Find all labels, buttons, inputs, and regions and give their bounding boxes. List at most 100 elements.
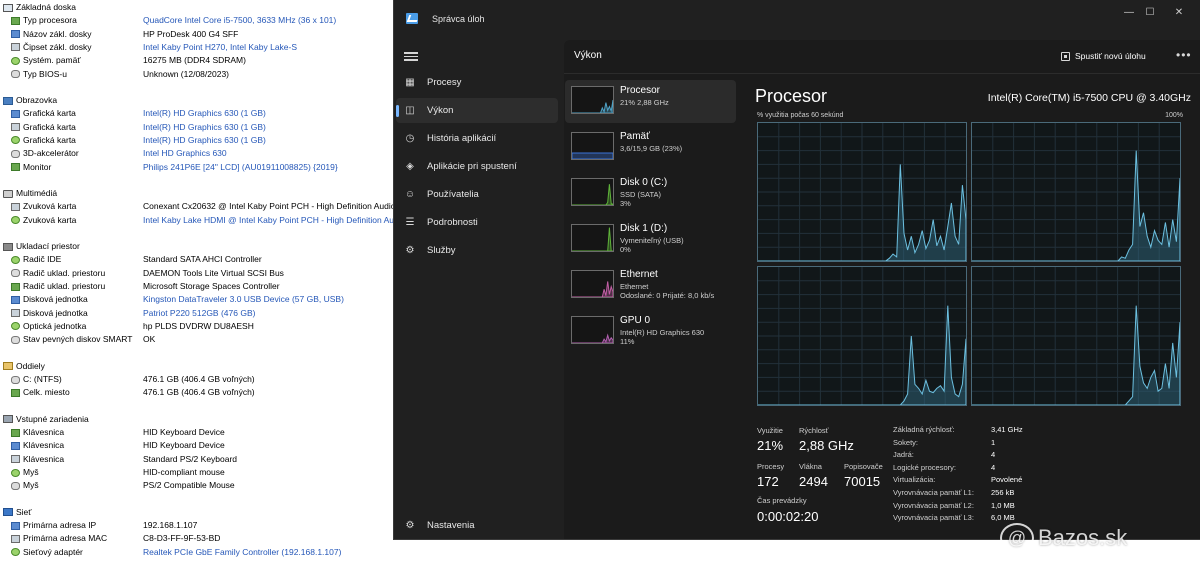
property-row[interactable]: Disková jednotka [11,307,88,320]
section-title[interactable]: Multimédiá [3,187,57,200]
device-thumbnail-graph [571,178,614,206]
property-row[interactable]: Čipset zákl. dosky [11,41,92,54]
more-options-button[interactable]: ••• [1176,48,1192,62]
property-label: Typ procesora [23,15,77,26]
property-value: hp PLDS DVDRW DU8AESH [143,320,254,331]
property-row[interactable]: Radič uklad. priestoru [11,267,105,280]
nav-item-label: Používatelia [427,189,479,200]
property-row[interactable]: Typ procesora [11,14,77,27]
property-label: Grafická karta [23,134,76,145]
property-label: Celk. miesto [23,387,70,398]
section-title[interactable]: Vstupné zariadenia [3,413,89,426]
property-row[interactable]: 3D-akcelerátor [11,147,79,160]
device-detail: Intel(R) HD Graphics 630 [620,328,705,337]
property-row[interactable]: Stav pevných diskov SMART [11,333,132,346]
property-row[interactable]: Klávesnica [11,439,64,452]
property-label: 3D-akcelerátor [23,148,79,159]
nav-item-6[interactable]: ☰ Podrobnosti [396,210,558,235]
device-icon [11,335,20,344]
title-bar[interactable]: Správca úloh — ☐ ✕ [394,0,1200,40]
property-row[interactable]: Radič IDE [11,253,61,266]
property-row[interactable]: Myš [11,466,39,479]
property-value-link[interactable]: Intel(R) HD Graphics 630 (1 GB) [143,134,266,147]
property-value-link[interactable]: Intel Kaby Point H270, Intel Kaby Lake-S [143,41,297,54]
section-title[interactable]: Oddiely [3,360,45,373]
spec-label: Jadrá: [893,450,914,460]
property-value-link[interactable]: Intel Kaby Lake HDMI @ Intel Kaby Point … [143,214,395,227]
device-icon [11,43,20,52]
property-row[interactable]: Monitor [11,161,51,174]
property-value-link[interactable]: Intel HD Graphics 630 [143,147,227,160]
window-title: Správca úloh [432,14,485,24]
property-row[interactable]: Zvuková karta [11,200,76,213]
property-row[interactable]: Disková jednotka [11,293,88,306]
device-item-4[interactable]: Disk 1 (D:) Vymeniteľný (USB) 0% [565,218,736,261]
property-row[interactable]: Typ BIOS-u [11,68,67,81]
device-item-6[interactable]: GPU 0 Intel(R) HD Graphics 630 11% [565,310,736,353]
property-row[interactable]: Grafická karta [11,121,76,134]
nav-item-5[interactable]: ☺ Používatelia [396,182,558,207]
device-item-1[interactable]: Procesor 21% 2,88 GHz [565,80,736,123]
property-value-link[interactable]: Philips 241P6E [24" LCD] (AU01911008825)… [143,161,338,174]
property-row[interactable]: Klávesnica [11,453,64,466]
nav-item-1[interactable]: ▦ Procesy [396,70,558,95]
device-icon [11,309,20,318]
section-title[interactable]: Základná doska [3,1,76,14]
device-item-5[interactable]: Ethernet Ethernet Odoslané: 0 Prijaté: 8,0… [565,264,736,307]
input-devices-icon [3,415,13,424]
property-row[interactable]: Radič uklad. priestoru [11,280,105,293]
spec-value: 4 [991,450,996,460]
property-value-link[interactable]: QuadCore Intel Core i5-7500, 3633 MHz (3… [143,14,336,27]
property-row[interactable]: Systém. pamäť [11,54,81,67]
device-icon [11,481,20,490]
property-label: Sieťový adaptér [23,546,83,557]
property-label: Typ BIOS-u [23,68,67,79]
run-task-icon [1061,51,1070,61]
property-row[interactable]: Sieťový adaptér [11,546,83,559]
property-row[interactable]: Grafická karta [11,134,76,147]
device-detail: 3% [620,199,631,208]
device-icon [11,269,20,278]
property-value-link[interactable]: Realtek PCIe GbE Family Controller (192.… [143,546,341,559]
minimize-button[interactable]: — [1119,6,1139,20]
property-value-link[interactable]: Patriot P220 512GB (476 GB) [143,307,255,320]
nav-item-3[interactable]: ◷ História aplikácií [396,126,558,151]
section-title[interactable]: Sieť [3,506,31,519]
run-new-task-button[interactable]: Spustiť novú úlohu [1061,48,1146,64]
services-icon: ⚙ [405,244,415,256]
graph-max-label: 100% [1165,112,1183,119]
property-value-link[interactable]: Intel(R) HD Graphics 630 (1 GB) [143,107,266,120]
property-row[interactable]: Klávesnica [11,426,64,439]
property-row[interactable]: Primárna adresa MAC [11,532,107,545]
property-row[interactable]: Optická jednotka [11,320,86,333]
property-row[interactable]: Celk. miesto [11,386,70,399]
property-row[interactable]: C: (NTFS) [11,373,62,386]
property-label: Optická jednotka [23,320,87,331]
nav-item-2[interactable]: ◫ Výkon [396,98,558,123]
property-row[interactable]: Názov zákl. dosky [11,28,92,41]
nav-item-7[interactable]: ⚙ Služby [396,238,558,263]
property-label: Zvuková karta [23,214,77,225]
section-title[interactable]: Obrazovka [3,94,57,107]
nav-item-4[interactable]: ◈ Aplikácie pri spustení [396,154,558,179]
property-row[interactable]: Myš [11,479,39,492]
cpu-model-name: Intel(R) Core(TM) i5-7500 CPU @ 3.40GHz [987,92,1191,104]
device-item-2[interactable]: Pamäť 3,6/15,9 GB (23%) [565,126,736,169]
property-value: Standard SATA AHCI Controller [143,254,262,265]
run-new-task-label: Spustiť novú úlohu [1075,51,1146,61]
device-item-3[interactable]: Disk 0 (C:) SSD (SATA) 3% [565,172,736,215]
close-button[interactable]: ✕ [1169,6,1189,20]
property-value-link[interactable]: Intel(R) HD Graphics 630 (1 GB) [143,121,266,134]
maximize-button[interactable]: ☐ [1140,6,1160,20]
cpu-core-graph-1 [757,122,967,262]
hamburger-menu-icon[interactable] [404,50,418,62]
property-value-link[interactable]: Kingston DataTraveler 3.0 USB Device (57… [143,293,344,306]
property-row[interactable]: Zvuková karta [11,214,76,227]
nav-item-label: Aplikácie pri spustení [427,161,517,172]
property-label: Zvuková karta [23,201,77,212]
property-row[interactable]: Primárna adresa IP [11,519,96,532]
nav-item-settings[interactable]: ⚙ Nastavenia [396,513,558,538]
section-title[interactable]: Ukladací priestor [3,240,80,253]
property-value: 476.1 GB (406.4 GB voľných) [143,374,255,384]
property-row[interactable]: Grafická karta [11,107,76,120]
